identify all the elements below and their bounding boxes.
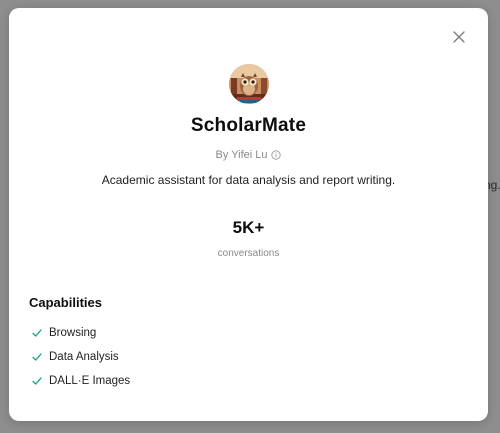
capability-label: Data Analysis — [49, 351, 119, 363]
check-icon — [31, 327, 43, 339]
capability-item: Browsing — [31, 321, 130, 345]
close-icon — [453, 31, 465, 43]
author-line: By Yifei Lu — [9, 149, 488, 161]
capability-item: DALL·E Images — [31, 369, 130, 393]
gpt-info-dialog: ScholarMate By Yifei Lu Academic assista… — [9, 8, 488, 421]
capability-label: Browsing — [49, 327, 97, 339]
gpt-avatar — [229, 64, 269, 104]
conversation-count: 5K+ — [232, 218, 265, 237]
capabilities-list: Browsing Data Analysis DALL·E Images — [31, 321, 130, 393]
author-text: By Yifei Lu — [215, 149, 268, 161]
close-button[interactable] — [450, 28, 468, 46]
capabilities-heading: Capabilities — [29, 295, 102, 310]
conversation-count-label: conversations — [217, 248, 280, 259]
capability-item: Data Analysis — [31, 345, 130, 369]
gpt-description: Academic assistant for data analysis and… — [101, 173, 396, 187]
info-icon[interactable] — [271, 150, 282, 160]
capability-label: DALL·E Images — [49, 375, 131, 387]
check-icon — [31, 375, 43, 387]
check-icon — [31, 351, 43, 363]
gpt-name: ScholarMate — [190, 115, 307, 136]
owl-avatar-image — [229, 64, 269, 104]
